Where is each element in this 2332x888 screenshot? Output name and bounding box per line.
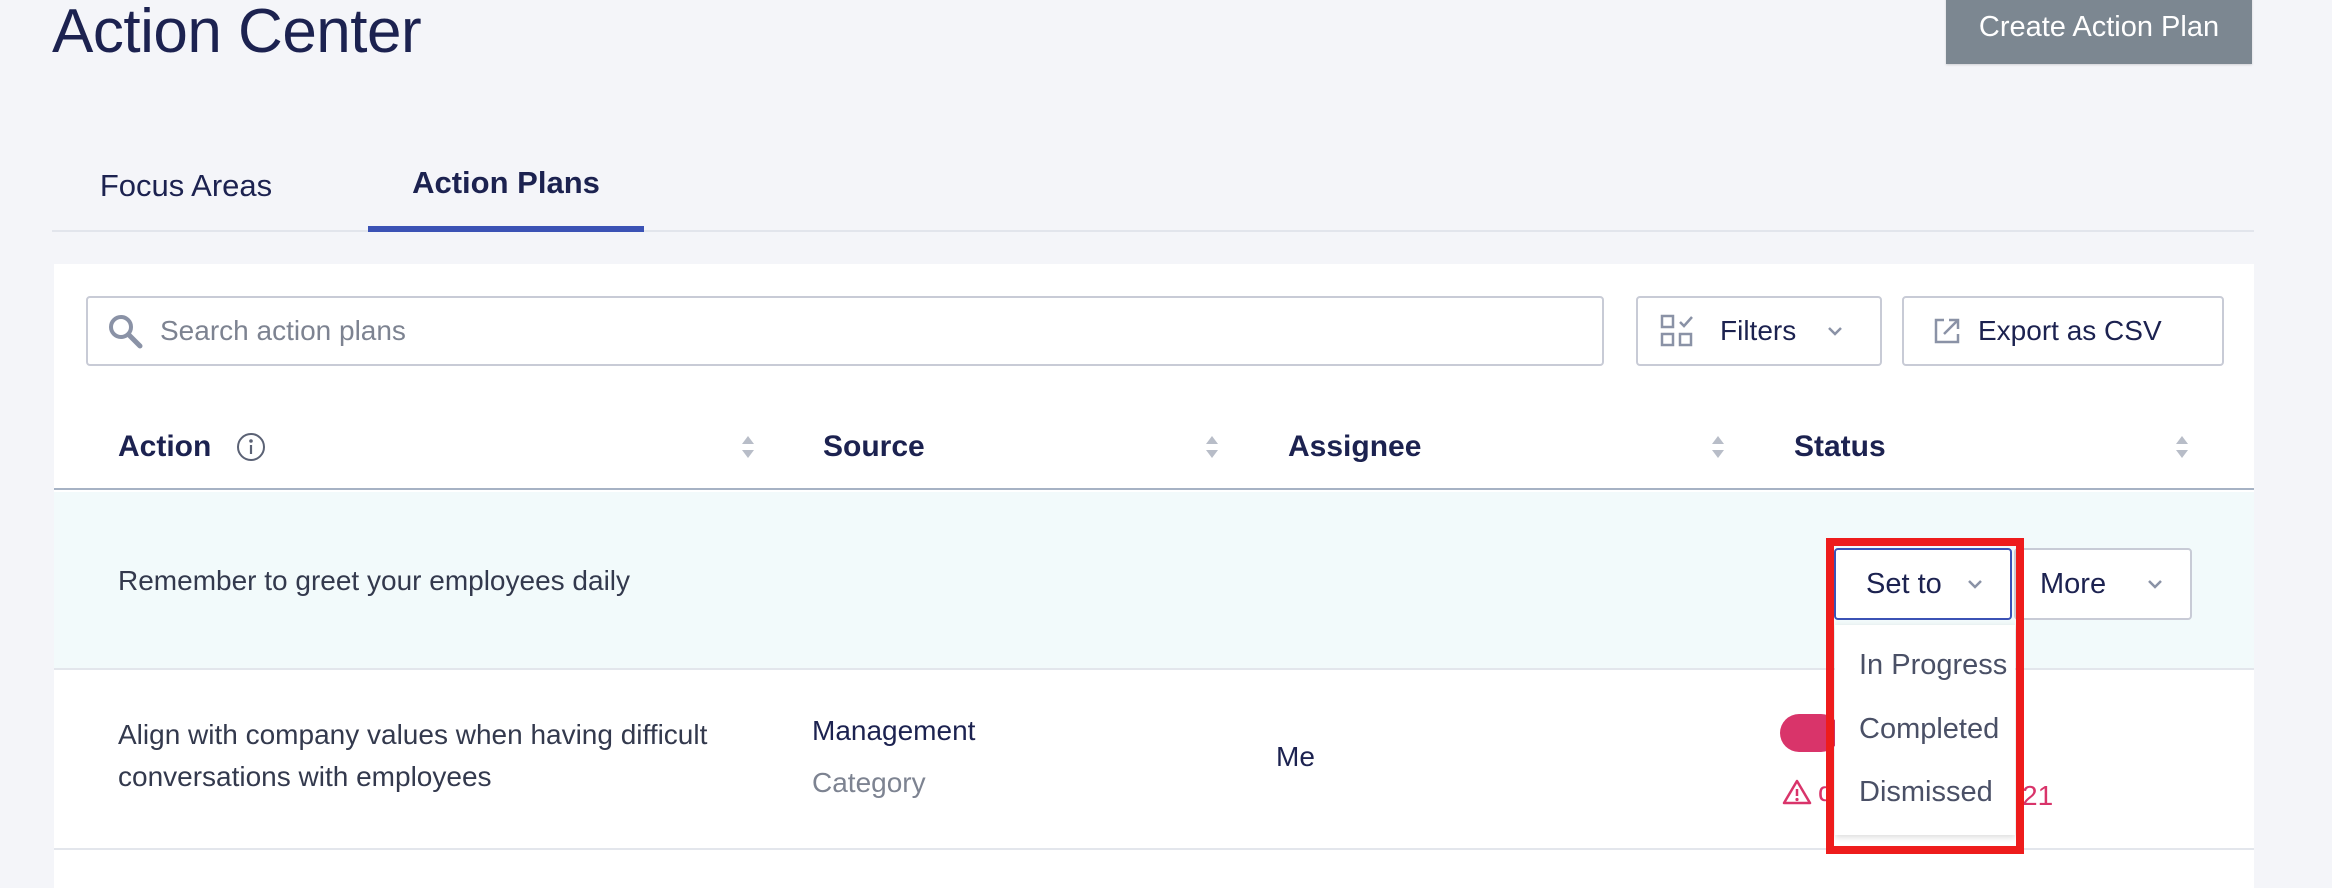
source-type: Category xyxy=(812,767,926,798)
filter-grid-icon xyxy=(1660,314,1693,347)
tab-action-plans[interactable]: Action Plans xyxy=(368,140,644,232)
sort-icon[interactable] xyxy=(740,434,756,460)
search-icon xyxy=(109,315,143,349)
column-label-action: Action xyxy=(118,430,212,463)
assignee-name: Me xyxy=(1276,741,1315,772)
chevron-down-icon xyxy=(2148,580,2162,589)
export-icon xyxy=(1934,318,1960,344)
more-dropdown[interactable]: More xyxy=(2014,548,2192,620)
sort-icon[interactable] xyxy=(1204,434,1220,460)
sort-icon[interactable] xyxy=(1710,434,1726,460)
action-text: Align with company values when having di… xyxy=(118,714,707,798)
info-icon[interactable] xyxy=(235,431,267,463)
source-name: Management xyxy=(812,715,976,746)
export-csv-button[interactable]: Export as CSV xyxy=(1902,296,2224,366)
column-header-source[interactable]: Source xyxy=(823,404,925,490)
sort-icon[interactable] xyxy=(2174,434,2190,460)
search-input[interactable] xyxy=(160,315,1560,347)
action-text-line: Align with company values when having di… xyxy=(118,719,708,750)
action-text: Remember to greet your employees daily xyxy=(118,565,631,596)
overdue-date-tail: 21 xyxy=(2022,780,2054,811)
export-label: Export as CSV xyxy=(1978,315,2162,346)
filters-button[interactable]: Filters xyxy=(1636,296,1882,366)
chevron-down-icon xyxy=(1828,327,1843,336)
search-box[interactable] xyxy=(86,296,1604,366)
tab-bar: Focus Areas Action Plans xyxy=(52,140,2254,232)
highlight-box xyxy=(1826,538,2024,854)
page-title: Action Center xyxy=(52,0,422,66)
filters-label: Filters xyxy=(1720,315,1797,346)
tab-focus-areas[interactable]: Focus Areas xyxy=(52,140,320,232)
warning-icon xyxy=(1782,779,1812,805)
table-header: Action Source Assignee Status xyxy=(54,404,2254,490)
action-text-line: conversations with employees xyxy=(118,761,492,792)
column-header-assignee[interactable]: Assignee xyxy=(1288,404,1421,490)
more-label: More xyxy=(2040,567,2107,600)
create-action-plan-button[interactable]: Create Action Plan xyxy=(1946,0,2252,64)
column-header-action[interactable]: Action xyxy=(118,404,267,490)
column-header-status[interactable]: Status xyxy=(1794,404,1886,490)
